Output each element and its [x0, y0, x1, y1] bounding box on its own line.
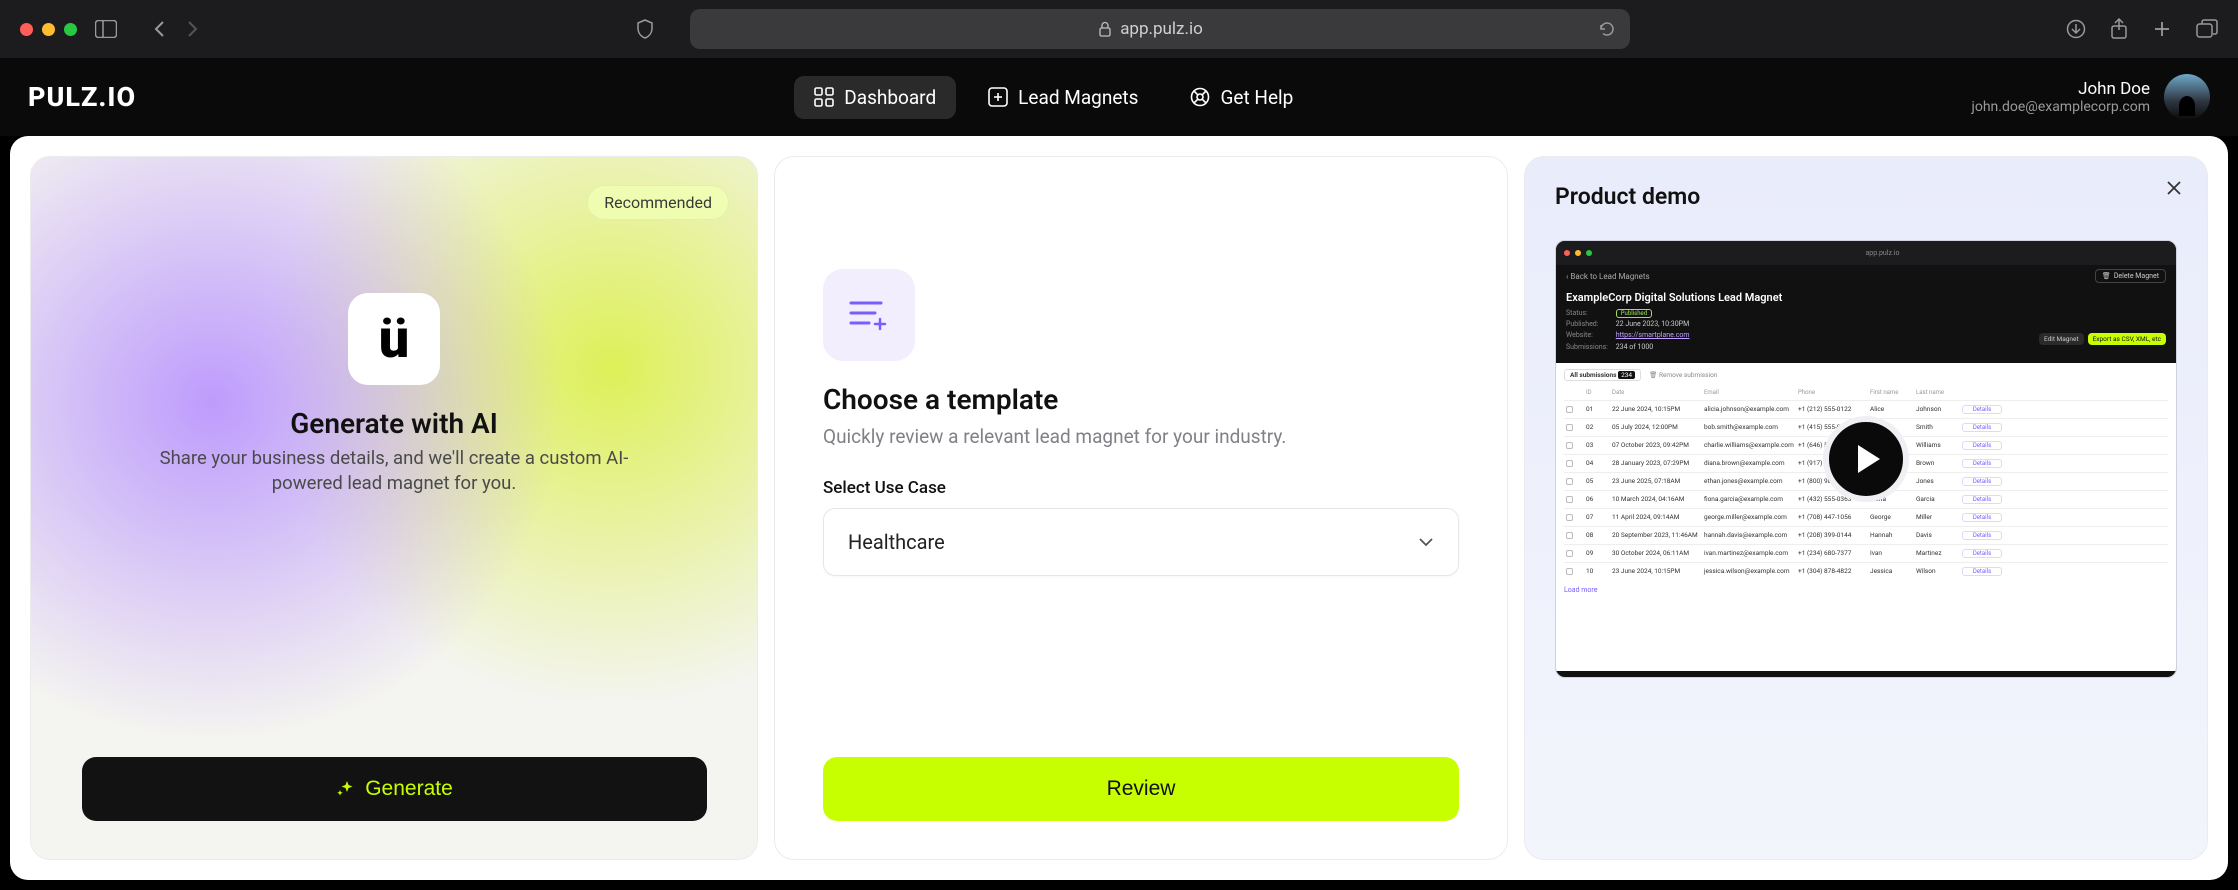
demo-load-more: Load more [1564, 586, 2168, 594]
demo-title: ExampleCorp Digital Solutions Lead Magne… [1566, 291, 2166, 304]
close-icon[interactable] [2165, 179, 2183, 197]
template-card-title: Choose a template [823, 383, 1459, 416]
downloads-icon[interactable] [2066, 19, 2086, 39]
nav-get-help[interactable]: Get Help [1170, 76, 1313, 119]
template-list-icon [823, 269, 915, 361]
table-row: 1023 June 2024, 10:15PMjessica.wilson@ex… [1564, 562, 2168, 580]
reload-icon[interactable] [1598, 20, 1616, 38]
use-case-select[interactable]: Healthcare [823, 508, 1459, 576]
user-email: john.doe@examplecorp.com [1971, 99, 2150, 115]
table-row: 0820 September 2023, 11:46AMhannah.davis… [1564, 526, 2168, 544]
browser-chrome: app.pulz.io [0, 0, 2238, 58]
select-value: Healthcare [848, 530, 945, 554]
template-card: Choose a template Quickly review a relev… [774, 156, 1508, 860]
table-row: 0711 April 2024, 09:14AMgeorge.miller@ex… [1564, 508, 2168, 526]
template-card-description: Quickly review a relevant lead magnet fo… [823, 424, 1323, 450]
demo-url: app.pulz.io [1597, 249, 2168, 257]
demo-tab-all: All submissions 234 [1564, 369, 1641, 381]
nav-back-icon[interactable] [153, 20, 167, 38]
grid-icon [814, 87, 834, 107]
ai-card-title: Generate with AI [290, 407, 498, 440]
demo-export-action: Export as CSV, XML, etc [2088, 333, 2166, 345]
window-minimize[interactable] [42, 23, 55, 36]
product-demo-card: Product demo app.pulz.io ‹ Back to Lead … [1524, 156, 2208, 860]
help-icon [1190, 87, 1210, 107]
chevron-down-icon [1418, 537, 1434, 547]
generate-button[interactable]: Generate [82, 757, 707, 821]
review-button[interactable]: Review [823, 757, 1459, 821]
main-nav: Dashboard Lead Magnets Get Help [794, 76, 1313, 119]
shield-icon[interactable] [636, 19, 654, 39]
generate-ai-card: Recommended ü Generate with AI Share you… [30, 156, 758, 860]
demo-remove-sub: 🗑 Remove submission [1649, 371, 1717, 379]
main-content: Recommended ü Generate with AI Share you… [10, 136, 2228, 880]
lock-icon [1098, 21, 1112, 37]
window-controls [20, 23, 77, 36]
demo-edit-action: Edit Magnet [2039, 333, 2084, 345]
recommended-badge: Recommended [587, 185, 729, 220]
ai-logo-icon: ü [348, 293, 440, 385]
address-bar[interactable]: app.pulz.io [690, 9, 1630, 49]
brand-logo[interactable]: PULZ.IO [28, 81, 136, 113]
new-tab-icon[interactable] [2152, 19, 2172, 39]
nav-lead-magnets[interactable]: Lead Magnets [968, 76, 1158, 119]
play-button[interactable] [1823, 416, 1909, 502]
sidebar-toggle-icon[interactable] [95, 20, 117, 38]
demo-card-title: Product demo [1555, 183, 2177, 210]
nav-dashboard[interactable]: Dashboard [794, 76, 956, 119]
tabs-icon[interactable] [2196, 19, 2218, 39]
url-text: app.pulz.io [1120, 19, 1203, 39]
user-name: John Doe [1971, 79, 2150, 99]
nav-label: Get Help [1220, 86, 1293, 109]
ai-card-description: Share your business details, and we'll c… [154, 446, 634, 496]
demo-body: All submissions 234 🗑 Remove submission … [1556, 363, 2176, 671]
nav-label: Dashboard [844, 86, 936, 109]
window-close[interactable] [20, 23, 33, 36]
nav-label: Lead Magnets [1018, 86, 1138, 109]
window-zoom[interactable] [64, 23, 77, 36]
nav-forward-icon[interactable] [185, 20, 199, 38]
table-row: 0930 October 2024, 06:11AMivan.martinez@… [1564, 544, 2168, 562]
user-menu[interactable]: John Doe john.doe@examplecorp.com [1971, 74, 2210, 120]
demo-meta: Status: Published Published: 22 June 202… [1566, 308, 2166, 353]
demo-chrome: app.pulz.io [1556, 241, 2176, 265]
demo-delete-button: 🗑 Delete Magnet [2095, 269, 2166, 283]
use-case-label: Select Use Case [823, 478, 1459, 498]
demo-preview: app.pulz.io ‹ Back to Lead Magnets 🗑 Del… [1555, 240, 2177, 678]
add-square-icon [988, 87, 1008, 107]
avatar[interactable] [2164, 74, 2210, 120]
demo-back-link: ‹ Back to Lead Magnets [1566, 272, 1650, 281]
sparkle-icon [335, 779, 355, 799]
share-icon[interactable] [2110, 18, 2128, 40]
app-header: PULZ.IO Dashboard Lead Magnets Get Help … [0, 58, 2238, 136]
